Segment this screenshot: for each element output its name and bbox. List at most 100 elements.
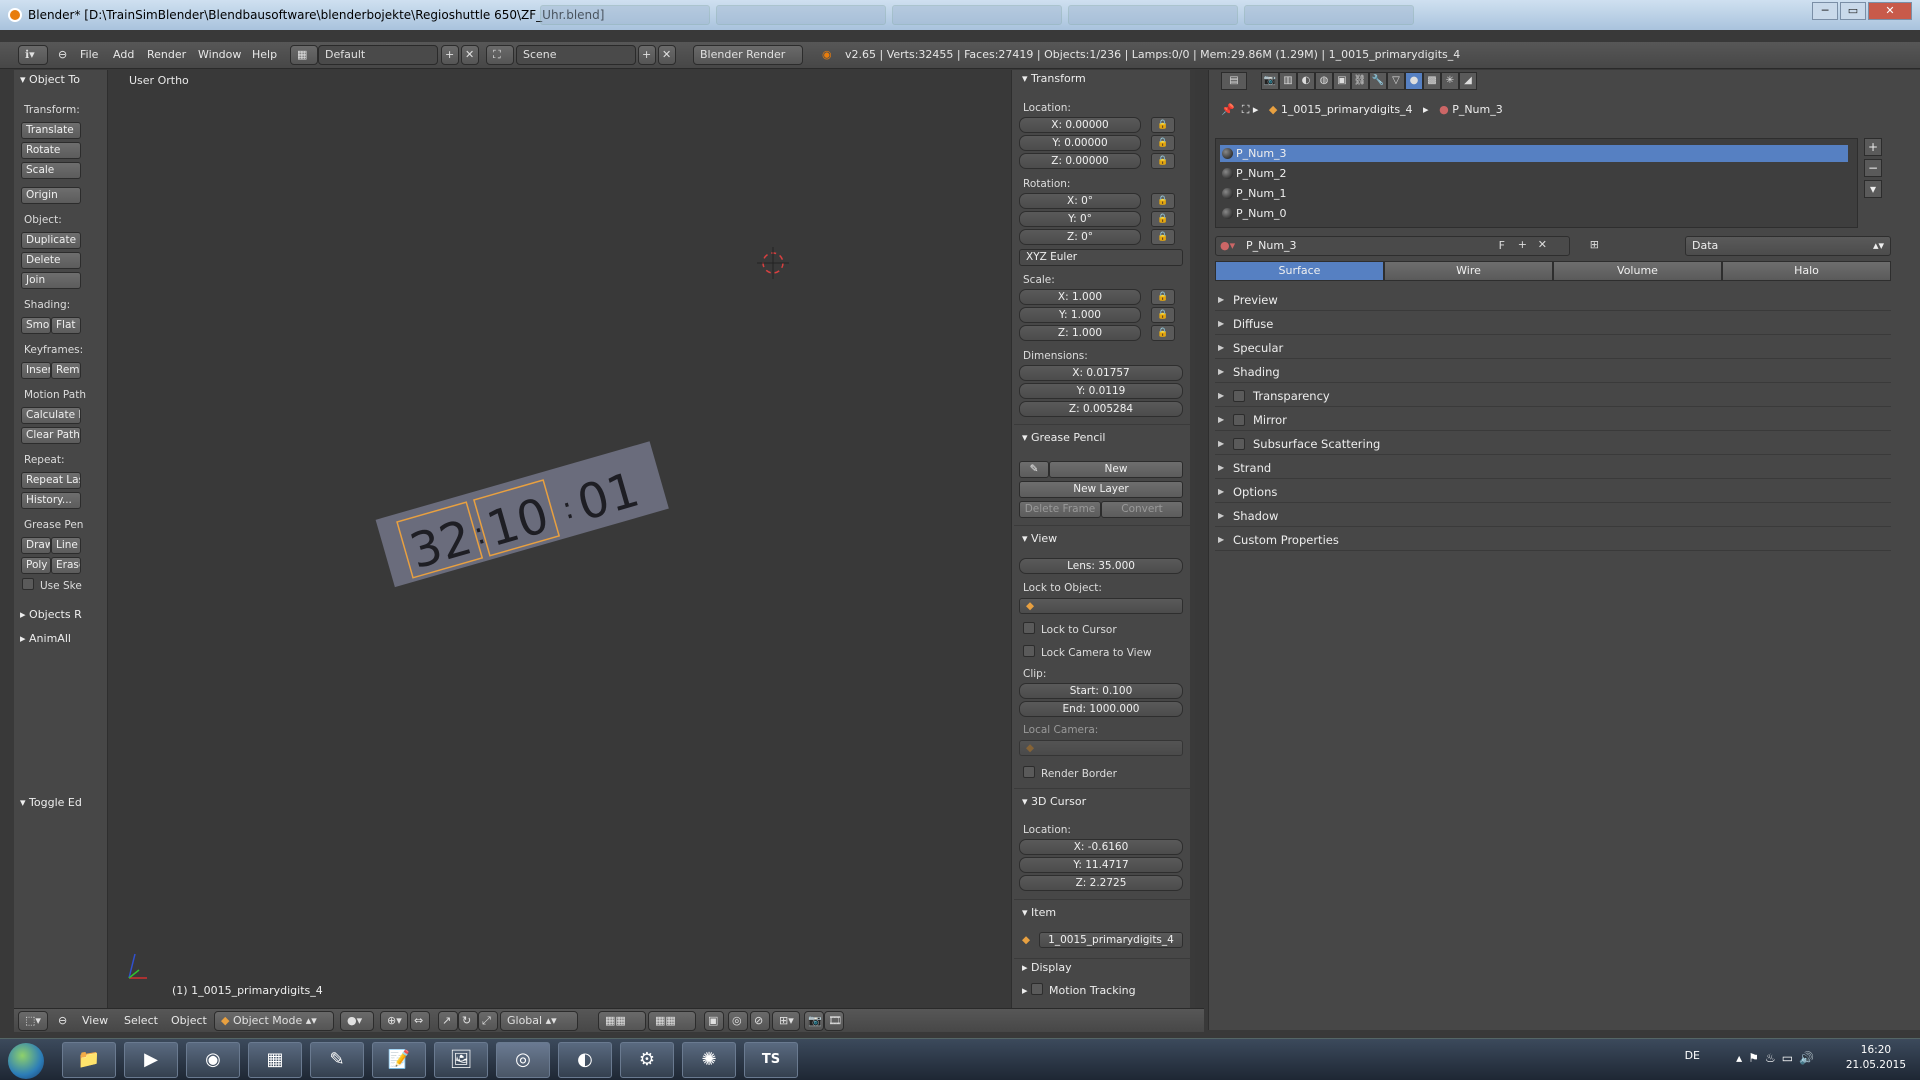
lock-icon[interactable]: 🔒 (1151, 229, 1175, 245)
location-z-field[interactable]: Z: 0.00000 (1019, 153, 1141, 169)
transform-panel-header[interactable]: ▾ Transform (1022, 72, 1086, 85)
opengl-render-icon[interactable]: 📷 (804, 1011, 824, 1031)
motion-tracking-checkbox[interactable] (1031, 983, 1049, 997)
steam-icon[interactable]: ⚙ (620, 1042, 674, 1078)
material-browse-icon[interactable]: ●▾ (1220, 239, 1235, 252)
add-slot-icon[interactable]: + (1864, 138, 1882, 156)
duplicate-button[interactable]: Duplicate O (21, 232, 81, 249)
lock-icon[interactable]: 🔒 (1151, 307, 1175, 323)
scale-manipulator-icon[interactable]: ⤢ (478, 1011, 498, 1031)
remove-keyframe-button[interactable]: Rem (51, 362, 81, 379)
remove-slot-icon[interactable]: − (1864, 159, 1882, 177)
clip-start-field[interactable]: Start: 0.100 (1019, 683, 1183, 699)
clock[interactable]: 16:20 21.05.2015 (1846, 1043, 1906, 1073)
manipulator-toggle-icon[interactable]: ⇔ (410, 1011, 430, 1031)
dimension-y-field[interactable]: Y: 0.0119 (1019, 383, 1183, 399)
panel-custom-properties[interactable]: Custom Properties (1215, 529, 1891, 551)
mesh-data-icon[interactable]: ▽ (1387, 72, 1405, 90)
snap-element-icon[interactable]: ⊞▾ (772, 1011, 800, 1031)
tab-halo[interactable]: Halo (1722, 261, 1891, 281)
dimension-z-field[interactable]: Z: 0.005284 (1019, 401, 1183, 417)
rotate-button[interactable]: Rotate (21, 142, 81, 159)
language-indicator[interactable]: DE (1685, 1049, 1700, 1062)
office-icon[interactable]: ▦ (248, 1042, 302, 1078)
screen-layout-field[interactable]: Default (318, 45, 438, 65)
3d-viewport[interactable]: User Ortho 32 : 10 : 01 (1) 1_0015_prima… (109, 70, 1009, 1008)
app-icon[interactable]: ◐ (558, 1042, 612, 1078)
lock-icon[interactable]: 🔒 (1151, 117, 1175, 133)
menu-view[interactable]: View (82, 1014, 108, 1027)
smooth-button[interactable]: Smo (21, 317, 51, 334)
constraints-icon[interactable]: ⛓ (1351, 72, 1369, 90)
material-name[interactable]: P_Num_3 (1246, 239, 1297, 252)
material-slot[interactable]: P_Num_2 (1220, 165, 1848, 182)
fake-user-button[interactable]: F (1499, 239, 1505, 252)
view-panel-header[interactable]: ▾ View (1022, 532, 1057, 545)
lock-icon[interactable]: 🔒 (1151, 325, 1175, 341)
material-slot[interactable]: P_Num_3 (1220, 145, 1848, 162)
material-slot[interactable]: P_Num_0 (1220, 205, 1848, 222)
render-context-icon[interactable]: 📷 (1261, 72, 1279, 90)
toggle-editmode-panel[interactable]: ▾ Toggle Ed (20, 796, 82, 809)
settings-icon[interactable]: ✺ (682, 1042, 736, 1078)
item-panel-header[interactable]: ▾ Item (1022, 906, 1056, 919)
lock-camera-checkbox[interactable]: Lock Camera to View (1023, 645, 1152, 659)
editor-type-icon[interactable]: ▤ (1221, 72, 1247, 90)
lock-object-field[interactable]: ◆ (1019, 598, 1183, 614)
location-y-field[interactable]: Y: 0.00000 (1019, 135, 1141, 151)
world-context-icon[interactable]: ◍ (1315, 72, 1333, 90)
tray-icons[interactable]: ▴⚑♨▭🔊 (1736, 1051, 1820, 1065)
rotation-x-field[interactable]: X: 0° (1019, 193, 1141, 209)
toolshelf-title[interactable]: ▾ Object To (20, 73, 80, 86)
viewport-shading-icon[interactable]: ●▾ (340, 1011, 374, 1031)
close-button[interactable]: ✕ (1868, 2, 1912, 20)
rotation-y-field[interactable]: Y: 0° (1019, 211, 1141, 227)
tab-wire[interactable]: Wire (1384, 261, 1553, 281)
editor-type-icon[interactable]: ℹ▾ (18, 45, 48, 65)
remove-scene-icon[interactable]: ✕ (658, 45, 676, 65)
calculate-paths-button[interactable]: Calculate P (21, 407, 81, 424)
particles-icon[interactable]: ✳ (1441, 72, 1459, 90)
panel-diffuse[interactable]: Diffuse (1215, 313, 1891, 335)
add-screen-icon[interactable]: + (441, 45, 459, 65)
mode-select[interactable]: ◆ Object Mode ▴▾ (214, 1011, 334, 1031)
media-player-icon[interactable]: ▶ (124, 1042, 178, 1078)
translate-manipulator-icon[interactable]: ↗ (438, 1011, 458, 1031)
location-x-field[interactable]: X: 0.00000 (1019, 117, 1141, 133)
lock-to-cursor-checkbox[interactable]: Lock to Cursor (1023, 622, 1117, 636)
cursor-z-field[interactable]: Z: 2.2725 (1019, 875, 1183, 891)
layers-grid-icon[interactable]: ▦▦ (648, 1011, 696, 1031)
join-button[interactable]: Join (21, 272, 81, 289)
scale-z-field[interactable]: Z: 1.000 (1019, 325, 1141, 341)
tab-surface[interactable]: Surface (1215, 261, 1384, 281)
flat-button[interactable]: Flat (51, 317, 81, 334)
transform-orientation-select[interactable]: Global ▴▾ (500, 1011, 578, 1031)
explorer-icon[interactable]: 📁 (62, 1042, 116, 1078)
texture-context-icon[interactable]: ▩ (1423, 72, 1441, 90)
render-border-checkbox[interactable]: Render Border (1023, 766, 1117, 780)
objects-r-panel[interactable]: ▸ Objects R (20, 608, 82, 621)
menu-window[interactable]: Window (198, 48, 241, 61)
dimension-x-field[interactable]: X: 0.01757 (1019, 365, 1183, 381)
insert-keyframe-button[interactable]: Inser (21, 362, 51, 379)
pivot-point-icon[interactable]: ⊕▾ (380, 1011, 408, 1031)
cursor-y-field[interactable]: Y: 11.4717 (1019, 857, 1183, 873)
scale-x-field[interactable]: X: 1.000 (1019, 289, 1141, 305)
collapse-menu-icon[interactable]: ⊖ (58, 1014, 67, 1027)
screen-layout-icon[interactable]: ▦ (290, 45, 318, 65)
panel-strand[interactable]: Strand (1215, 457, 1891, 479)
editor-app-icon[interactable]: ✎ (310, 1042, 364, 1078)
material-context-icon[interactable]: ● (1405, 72, 1423, 90)
maximize-button[interactable]: ▭ (1840, 2, 1866, 20)
rotation-z-field[interactable]: Z: 0° (1019, 229, 1141, 245)
menu-file[interactable]: File (80, 48, 98, 61)
lock-icon[interactable]: 🔒 (1151, 135, 1175, 151)
3d-cursor-panel-header[interactable]: ▾ 3D Cursor (1022, 795, 1086, 808)
menu-add[interactable]: Add (113, 48, 134, 61)
cursor-x-field[interactable]: X: -0.6160 (1019, 839, 1183, 855)
lens-field[interactable]: Lens: 35.000 (1019, 558, 1183, 574)
gp-delete-frame-button[interactable]: Delete Frame (1019, 501, 1101, 518)
menu-render[interactable]: Render (147, 48, 186, 61)
panel-subsurface[interactable]: Subsurface Scattering (1215, 433, 1891, 455)
scene-field[interactable]: Scene (516, 45, 636, 65)
